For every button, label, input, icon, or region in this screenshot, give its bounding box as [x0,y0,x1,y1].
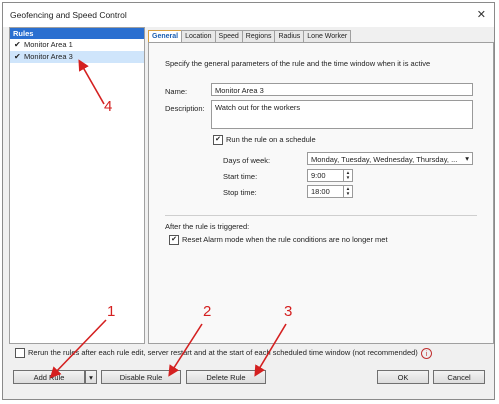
annotation-4: 4 [104,98,113,115]
annotation-2: 2 [203,303,212,320]
arrow-4 [78,59,105,105]
arrow-1 [49,319,107,379]
arrow-3 [254,323,287,377]
arrow-2 [168,323,203,377]
annotation-arrows [49,59,287,379]
annotation-3: 3 [284,303,293,320]
annotation-1: 1 [107,303,116,320]
